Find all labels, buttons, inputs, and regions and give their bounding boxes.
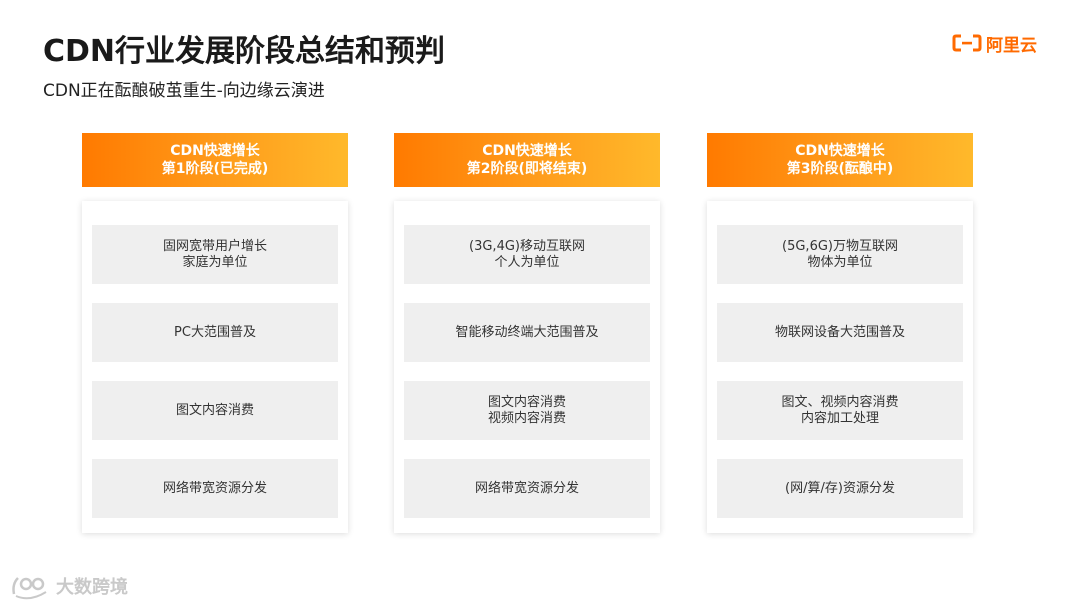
stage-item-line2: 家庭为单位	[182, 254, 248, 270]
stage-header: CDN快速增长 第1阶段(已完成)	[82, 133, 348, 187]
stage-header: CDN快速增长 第2阶段(即将结束)	[394, 133, 660, 187]
stage-column-1: CDN快速增长 第1阶段(已完成) 固网宽带用户增长 家庭为单位 PC大范围普及…	[82, 133, 348, 533]
stage-header-line1: CDN快速增长	[482, 143, 572, 159]
stage-item-line1: (网/算/存)资源分发	[785, 480, 895, 496]
stage-item-line2: 视频内容消费	[487, 410, 566, 426]
stage-item-line1: 固网宽带用户增长	[162, 238, 267, 254]
stage-header-line2: 第2阶段(即将结束)	[466, 161, 588, 177]
stage-column-2: CDN快速增长 第2阶段(即将结束) (3G,4G)移动互联网 个人为单位 智能…	[394, 133, 660, 533]
watermark-text: 大数跨境	[56, 577, 128, 598]
stage-item: PC大范围普及	[92, 303, 338, 362]
stage-item: 物联网设备大范围普及	[717, 303, 963, 362]
logo-text: 阿里云	[986, 35, 1037, 56]
aliyun-logo-icon	[952, 34, 982, 52]
stage-column-3: CDN快速增长 第3阶段(酝酿中) (5G,6G)万物互联网 物体为单位 物联网…	[707, 133, 973, 533]
stage-item-line1: 图文内容消费	[175, 402, 254, 418]
stage-item: 图文内容消费	[92, 381, 338, 440]
page-subtitle: CDN正在酝酿破茧重生-向边缘云演进	[43, 81, 325, 101]
stage-header: CDN快速增长 第3阶段(酝酿中)	[707, 133, 973, 187]
stage-item-line1: 网络带宽资源分发	[474, 480, 579, 496]
stage-header-line1: CDN快速增长	[795, 143, 885, 159]
stage-body: (5G,6G)万物互联网 物体为单位 物联网设备大范围普及 图文、视频内容消费 …	[707, 201, 973, 533]
stage-header-line2: 第1阶段(已完成)	[161, 161, 269, 177]
stage-item-line1: 物联网设备大范围普及	[774, 324, 905, 340]
stage-item-line1: (3G,4G)移动互联网	[469, 238, 585, 254]
watermark: 大数跨境	[10, 572, 128, 600]
stage-item: (3G,4G)移动互联网 个人为单位	[404, 225, 650, 284]
watermark-logo-icon	[12, 577, 47, 600]
stage-item: (5G,6G)万物互联网 物体为单位	[717, 225, 963, 284]
stage-item: 智能移动终端大范围普及	[404, 303, 650, 362]
stage-item: (网/算/存)资源分发	[717, 459, 963, 518]
stage-item-line1: 智能移动终端大范围普及	[455, 324, 599, 340]
stage-item: 图文、视频内容消费 内容加工处理	[717, 381, 963, 440]
stage-item-line1: 图文内容消费	[487, 394, 566, 410]
stage-item: 固网宽带用户增长 家庭为单位	[92, 225, 338, 284]
stage-body: 固网宽带用户增长 家庭为单位 PC大范围普及 图文内容消费 网络带宽资源分发	[82, 201, 348, 533]
stage-item-line1: 图文、视频内容消费	[781, 394, 899, 410]
stage-header-line2: 第3阶段(酝酿中)	[786, 161, 894, 177]
stage-item-line1: 网络带宽资源分发	[162, 480, 267, 496]
stage-item-line2: 内容加工处理	[800, 410, 879, 426]
stage-item-line2: 物体为单位	[807, 254, 873, 270]
stage-item: 网络带宽资源分发	[404, 459, 650, 518]
stage-item-line1: (5G,6G)万物互联网	[782, 238, 898, 254]
stage-body: (3G,4G)移动互联网 个人为单位 智能移动终端大范围普及 图文内容消费 视频…	[394, 201, 660, 533]
stage-item: 网络带宽资源分发	[92, 459, 338, 518]
page-title: CDN行业发展阶段总结和预判	[43, 34, 446, 69]
aliyun-logo: 阿里云	[952, 30, 1037, 56]
stage-item-line1: PC大范围普及	[174, 324, 256, 340]
stage-item-line2: 个人为单位	[494, 254, 560, 270]
stage-header-line1: CDN快速增长	[170, 143, 260, 159]
stage-item: 图文内容消费 视频内容消费	[404, 381, 650, 440]
